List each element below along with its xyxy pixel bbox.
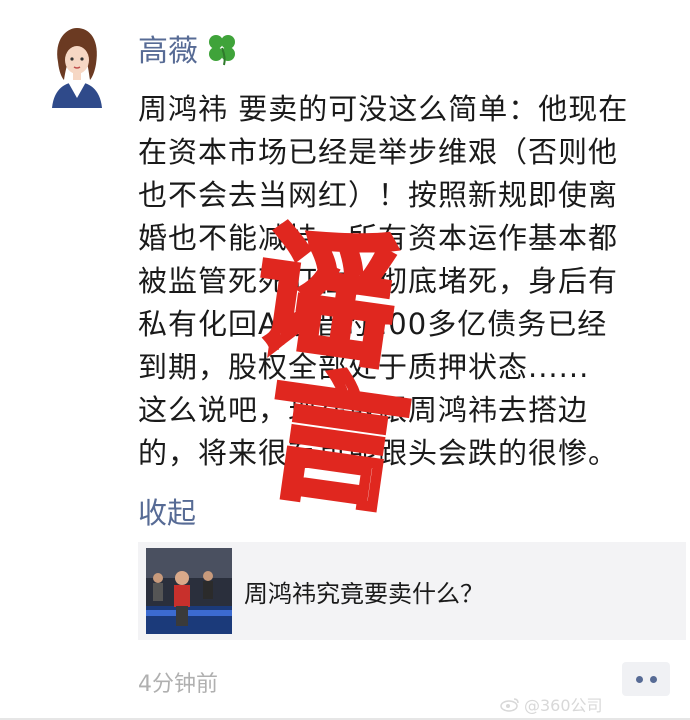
watermark: @360公司 <box>500 692 603 716</box>
author-name[interactable]: 高薇 <box>138 26 240 70</box>
post-text-line: 私有化回A时借的200多亿债务已经 <box>138 307 608 341</box>
post-text-line: 在资本市场已经是举步维艰（否则他 <box>138 135 619 169</box>
post-text-line: 周鸿祎 要卖的可没这么简单：他现在 <box>138 92 629 126</box>
post-text-line: 也不会去当网红）！按照新规即使离 <box>138 178 619 212</box>
four-leaf-clover-icon <box>209 35 235 66</box>
weibo-icon <box>500 698 519 712</box>
post-text: 周鸿祎 要卖的可没这么简单：他现在 在资本市场已经是举步维艰（否则他 也不会去当… <box>138 88 683 475</box>
post-text-line: 的，将来很有可能跟头会跌的很惨。 <box>138 436 619 470</box>
post-text-line: 婚也不能减持，所有资本运作基本都 <box>138 221 619 255</box>
post-text-line: 到期，股权全部处于质押状态...... <box>138 350 590 384</box>
link-card-title: 周鸿祎究竟要卖什么？ <box>244 579 484 608</box>
avatar-illustration <box>44 22 110 108</box>
post-text-line: 被监管死死盯住，彻底堵死，身后有 <box>138 264 619 298</box>
post-text-line: 这么说吧，现在敢跟周鸿祎去搭边 <box>138 393 589 427</box>
avatar[interactable] <box>44 22 110 108</box>
more-dots-icon[interactable] <box>622 662 670 696</box>
collapse-link[interactable]: 收起 <box>138 490 196 532</box>
watermark-text: @360公司 <box>524 696 603 715</box>
author-name-text: 高薇 <box>138 34 198 69</box>
thumbnail-image <box>146 548 232 634</box>
post-timestamp: 4分钟前 <box>138 672 218 697</box>
link-thumbnail <box>146 548 232 634</box>
shared-link-card[interactable]: 周鸿祎究竟要卖什么？ <box>138 542 686 640</box>
